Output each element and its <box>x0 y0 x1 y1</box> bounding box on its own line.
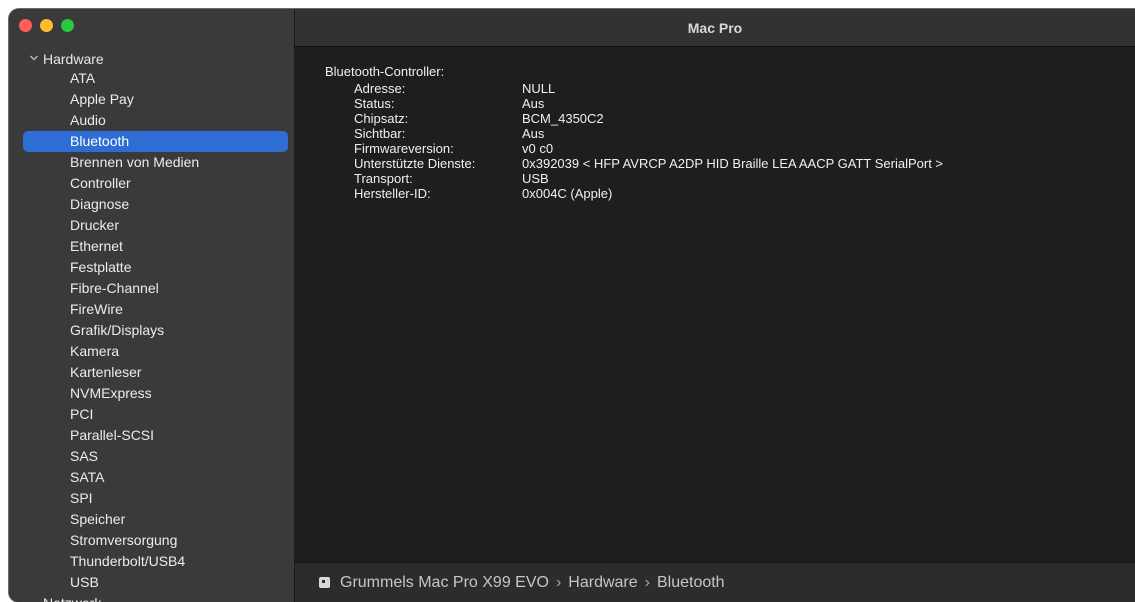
path-bar: Grummels Mac Pro X99 EVO › Hardware › Blueto… <box>295 562 1135 602</box>
sidebar-item-firewire[interactable]: FireWire <box>23 299 288 320</box>
property-label: Status: <box>354 96 395 111</box>
property-value: USB <box>522 171 549 186</box>
breadcrumb-item[interactable]: Grummels Mac Pro X99 EVO <box>340 574 549 591</box>
section-title: Bluetooth-Controller: <box>325 64 445 79</box>
property-row: Unterstützte Dienste: 0x392039 < HFP AVRC… <box>354 156 943 171</box>
sidebar-item-usb[interactable]: USB <box>23 572 288 593</box>
property-value: BCM_4350C2 <box>522 111 604 126</box>
breadcrumb-item[interactable]: Hardware <box>568 574 637 591</box>
sidebar-item-fibre-channel[interactable]: Fibre-Channel <box>23 278 288 299</box>
sidebar-item-controller[interactable]: Controller <box>23 173 288 194</box>
sidebar-item-ata[interactable]: ATA <box>23 68 288 89</box>
sidebar-item-speicher[interactable]: Speicher <box>23 509 288 530</box>
close-button[interactable] <box>19 19 32 32</box>
property-label: Sichtbar: <box>354 126 406 141</box>
sidebar-item-sas[interactable]: SAS <box>23 446 288 467</box>
sidebar-item-thunderbolt-usb4[interactable]: Thunderbolt/USB4 <box>23 551 288 572</box>
zoom-button[interactable] <box>61 19 74 32</box>
breadcrumb-separator: › <box>644 573 650 591</box>
sidebar-item-list: ATA Apple Pay Audio Bluetooth Brennen von Me… <box>9 68 294 593</box>
sidebar-group-partial[interactable]: Netzwerk <box>23 593 288 602</box>
sidebar-item-brennen-von-medien[interactable]: Brennen von Medien <box>23 152 288 173</box>
sidebar-tree: Hardware ATA Apple Pay Audio Bluetooth Brenn… <box>9 50 294 602</box>
sidebar-item-kartenleser[interactable]: Kartenleser <box>23 362 288 383</box>
sidebar-item-sata[interactable]: SATA <box>23 467 288 488</box>
sidebar-item-kamera[interactable]: Kamera <box>23 341 288 362</box>
breadcrumb: Grummels Mac Pro X99 EVO › Hardware › Blueto… <box>340 574 725 592</box>
property-label: Hersteller-ID: <box>354 186 431 201</box>
property-row: Hersteller-ID: 0x004C (Apple) <box>354 186 943 201</box>
breadcrumb-separator: › <box>555 573 562 591</box>
property-label: Transport: <box>354 171 413 186</box>
property-label: Firmwareversion: <box>354 141 454 156</box>
computer-icon <box>319 577 330 588</box>
group-hardware[interactable]: Hardware <box>9 50 294 68</box>
sidebar-item-grafik-displays[interactable]: Grafik/Displays <box>23 320 288 341</box>
property-value: NULL <box>522 81 556 96</box>
property-row: Chipsatz: BCM_4350C2 <box>354 111 943 126</box>
sidebar-item-stromversorgung[interactable]: Stromversorgung <box>23 530 288 551</box>
property-value: Aus <box>522 126 545 141</box>
property-label: Unterstützte Dienste: <box>354 156 476 171</box>
property-label: Chipsatz: <box>354 111 409 126</box>
property-value: 0x392039 < HFP AVRCP A2DP HID Braille LE… <box>522 156 944 171</box>
sidebar-item-nvmexpress[interactable]: NVMExpress <box>23 383 288 404</box>
detail-pane: Bluetooth-Controller: Adresse: NULL Status… <box>295 47 1135 562</box>
property-row: Adresse: NULL <box>354 81 943 96</box>
chevron-down-icon[interactable] <box>29 53 39 63</box>
sidebar-item-parallel-scsi[interactable]: Parallel-SCSI <box>23 425 288 446</box>
property-label: Adresse: <box>354 81 406 96</box>
sidebar-item-diagnose[interactable]: Diagnose <box>23 194 288 215</box>
window-controls <box>19 19 74 32</box>
sidebar-item-drucker[interactable]: Drucker <box>23 215 288 236</box>
property-row: Status: Aus <box>354 96 943 111</box>
sidebar-item-festplatte[interactable]: Festplatte <box>23 257 288 278</box>
system-information-window: Hardware ATA Apple Pay Audio Bluetooth Brenn… <box>9 9 1135 602</box>
property-list: Adresse: NULL Status: Aus Chipsatz: BCM_4350C… <box>354 81 943 201</box>
sidebar-item-apple-pay[interactable]: Apple Pay <box>23 89 288 110</box>
sidebar-item-audio[interactable]: Audio <box>23 110 288 131</box>
sidebar-item-spi[interactable]: SPI <box>23 488 288 509</box>
sidebar-item-bluetooth[interactable]: Bluetooth <box>23 131 288 152</box>
property-value: v0 c0 <box>522 141 554 156</box>
window-title: Mac Pro <box>295 9 1135 47</box>
property-row: Sichtbar: Aus <box>354 126 943 141</box>
minimize-button[interactable] <box>40 19 53 32</box>
property-value: 0x004C (Apple) <box>522 186 613 201</box>
sidebar-item-pci[interactable]: PCI <box>23 404 288 425</box>
property-value: Aus <box>522 96 545 111</box>
property-row: Transport: USB <box>354 171 943 186</box>
sidebar-item-ethernet[interactable]: Ethernet <box>23 236 288 257</box>
sidebar: Hardware ATA Apple Pay Audio Bluetooth Brenn… <box>9 9 295 602</box>
group-label: Hardware <box>43 51 104 67</box>
breadcrumb-item[interactable]: Bluetooth <box>657 574 725 591</box>
property-row: Firmwareversion: v0 c0 <box>354 141 943 156</box>
